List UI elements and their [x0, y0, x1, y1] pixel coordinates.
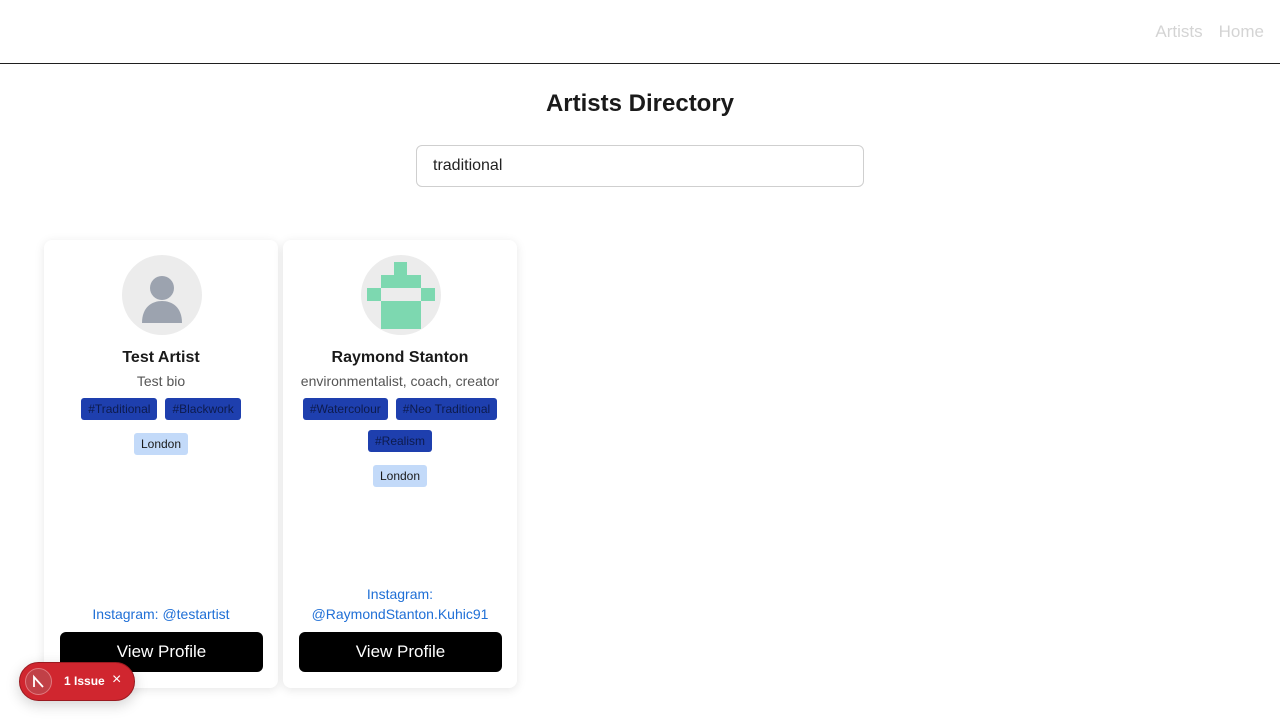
artist-card: Raymond Stanton environmentalist, coach,… [283, 240, 517, 688]
artist-bio: Test bio [136, 373, 186, 389]
search-input[interactable] [416, 145, 864, 187]
artist-name: Raymond Stanton [331, 349, 469, 366]
style-tag: #Blackwork [165, 398, 241, 420]
nav-artists-link[interactable]: Artists [1155, 22, 1202, 42]
view-profile-button[interactable]: View Profile [299, 632, 502, 672]
instagram-link[interactable]: Instagram: @RaymondStanton.Kuhic91 [293, 584, 507, 624]
top-navbar: Artists Home [0, 0, 1280, 64]
artist-card: Test Artist Test bio #Traditional #Black… [44, 240, 278, 688]
instagram-handle: @RaymondStanton.Kuhic91 [311, 606, 489, 622]
instagram-label: Instagram: [366, 586, 434, 602]
artist-name: Test Artist [122, 349, 200, 366]
tag-list: #Watercolour #Neo Traditional #Realism [293, 398, 507, 452]
avatar [361, 255, 441, 335]
artist-bio: environmentalist, coach, creator [300, 373, 500, 389]
page-title: Artists Directory [545, 90, 735, 117]
default-person-icon [142, 276, 182, 323]
instagram-link[interactable]: Instagram: @testartist [54, 604, 268, 624]
style-tag: #Traditional [81, 398, 158, 420]
avatar [122, 255, 202, 335]
style-tag: #Neo Traditional [395, 398, 498, 420]
nav-links: Artists Home [1155, 22, 1264, 42]
identicon-avatar-icon [367, 262, 435, 329]
location-badge-row: London [44, 433, 278, 455]
location-badge: London [372, 465, 428, 487]
style-tag: #Watercolour [302, 398, 388, 420]
close-icon[interactable]: × [112, 672, 121, 688]
style-tag: #Realism [367, 430, 432, 452]
location-badge-row: London [283, 465, 517, 487]
tag-list: #Traditional #Blackwork [54, 398, 268, 420]
issues-count[interactable]: 1 Issue [64, 674, 105, 688]
issues-badge[interactable]: 1 Issue × [19, 662, 135, 701]
location-badge: London [133, 433, 189, 455]
nav-home-link[interactable]: Home [1219, 22, 1264, 42]
nextjs-logo-icon[interactable] [25, 668, 52, 695]
